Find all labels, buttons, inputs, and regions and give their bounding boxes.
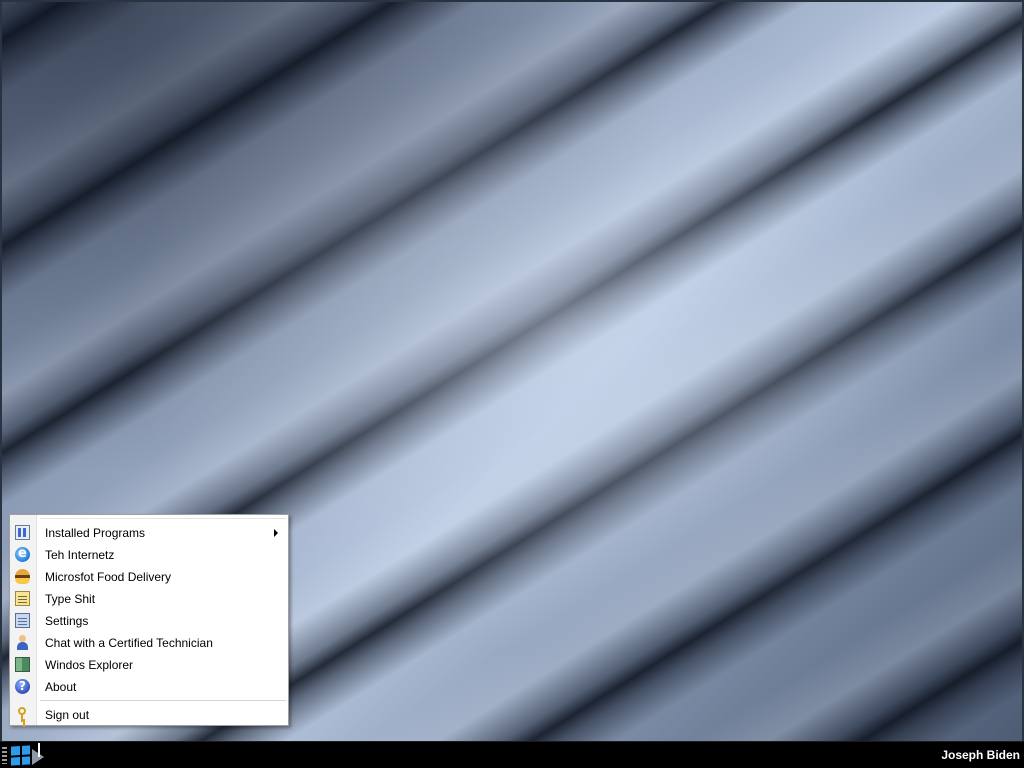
taskbar-grip-handle[interactable] (2, 747, 7, 764)
start-menu-top-line (40, 518, 286, 519)
mouse-cursor-icon (38, 743, 40, 757)
menu-item-windos-explorer[interactable]: Windos Explorer (10, 654, 288, 676)
menu-item-type-shit[interactable]: Type Shit (10, 588, 288, 610)
menu-item-food-delivery[interactable]: Microsfot Food Delivery (10, 566, 288, 588)
technician-icon (15, 635, 30, 650)
menu-item-label: Type Shit (45, 592, 96, 606)
taskbar-username[interactable]: Joseph Biden (941, 748, 1020, 762)
menu-item-label: About (45, 680, 77, 694)
menu-item-label: Settings (45, 614, 89, 628)
internet-explorer-icon (15, 546, 30, 562)
menu-item-chat-technician[interactable]: Chat with a Certified Technician (10, 632, 288, 654)
windows-logo-icon (11, 745, 30, 766)
help-icon (15, 679, 30, 694)
menu-separator (40, 700, 286, 701)
menu-item-sign-out[interactable]: Sign out (10, 704, 288, 726)
menu-item-about[interactable]: About (10, 676, 288, 698)
explorer-icon (15, 657, 30, 672)
menu-item-label: Sign out (45, 708, 90, 722)
installed-programs-icon (15, 525, 30, 540)
burger-icon (15, 569, 30, 584)
menu-item-label: Windos Explorer (45, 658, 134, 672)
notepad-icon (15, 591, 30, 606)
submenu-arrow-icon (274, 529, 278, 537)
menu-item-label: Chat with a Certified Technician (45, 636, 213, 650)
start-button[interactable] (10, 743, 52, 767)
menu-item-installed-programs[interactable]: Installed Programs (10, 522, 288, 544)
menu-item-label: Microsfot Food Delivery (45, 570, 172, 584)
taskbar: Joseph Biden (0, 741, 1024, 768)
key-icon (15, 707, 30, 722)
menu-item-settings[interactable]: Settings (10, 610, 288, 632)
settings-icon (15, 613, 30, 628)
menu-item-teh-internetz[interactable]: Teh Internetz (10, 544, 288, 566)
start-menu: Installed Programs Teh Internetz Microsf… (9, 514, 289, 726)
menu-item-label: Teh Internetz (45, 548, 115, 562)
menu-item-label: Installed Programs (45, 526, 146, 540)
